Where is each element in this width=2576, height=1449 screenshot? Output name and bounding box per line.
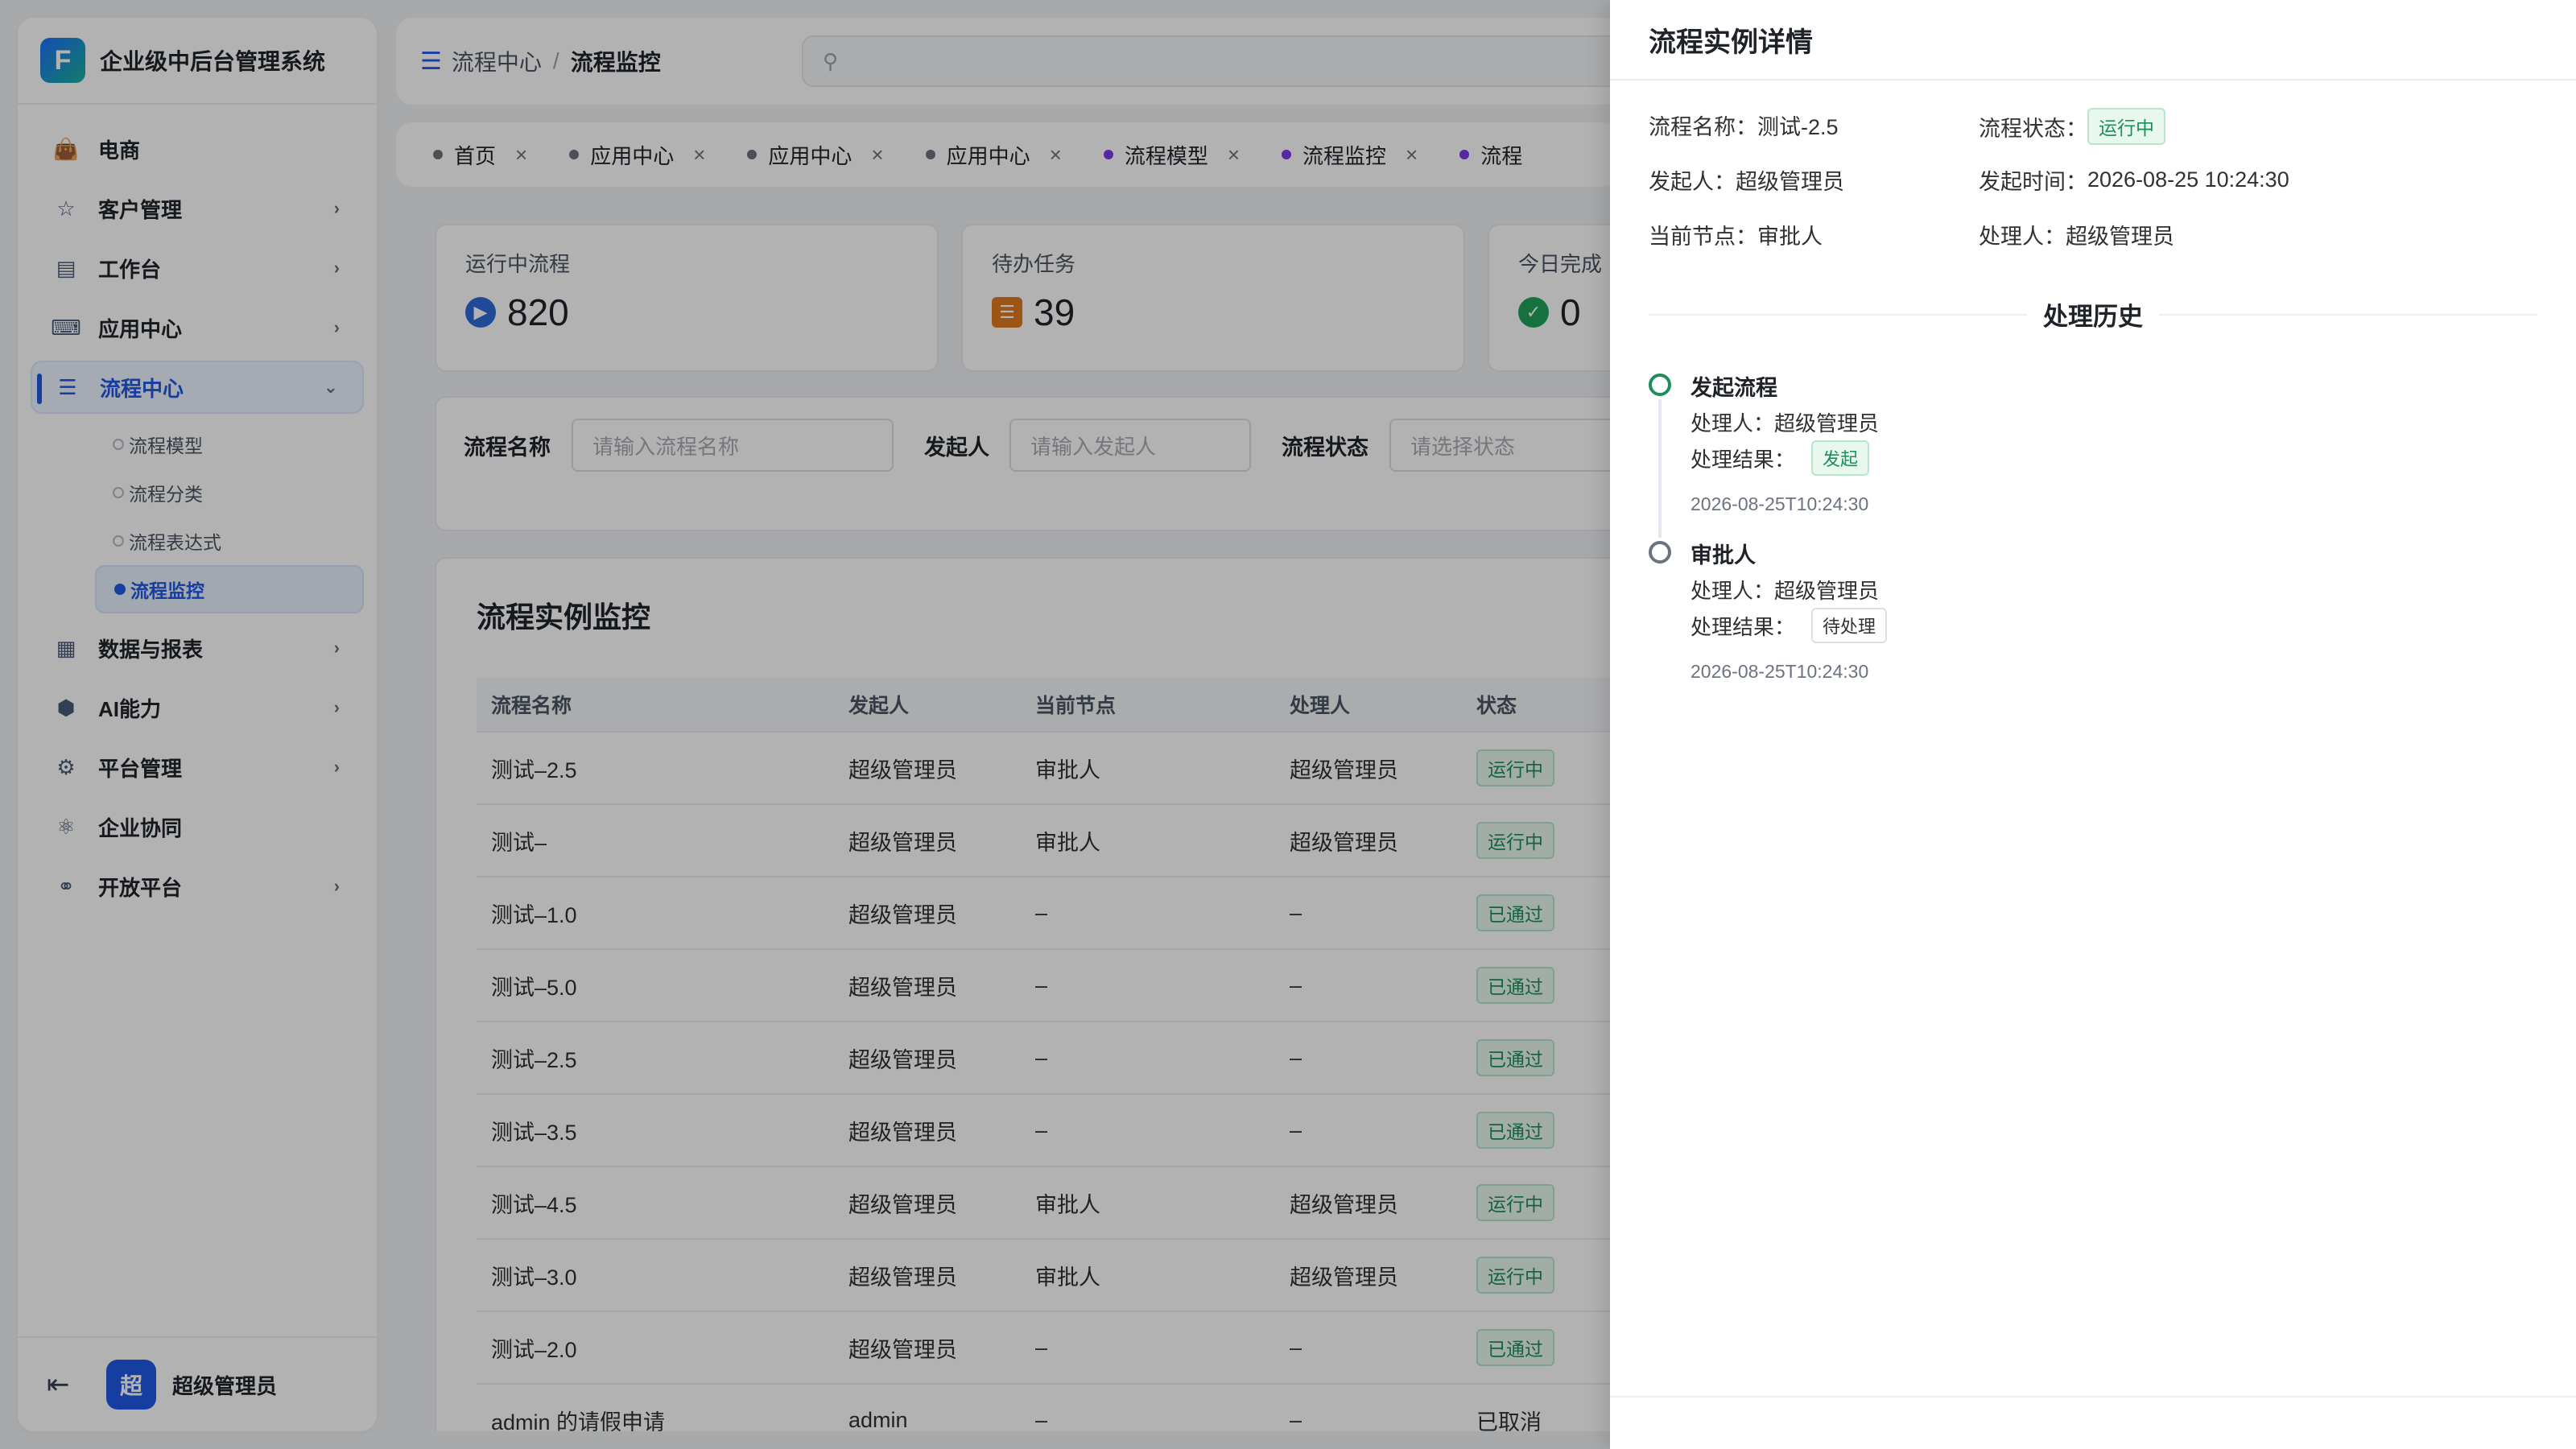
status-badge: 运行中 bbox=[2087, 108, 2165, 145]
info-current-node: 当前节点： 审批人 bbox=[1649, 219, 1823, 250]
result-badge: 待处理 bbox=[1811, 608, 1888, 643]
drawer-footer-divider bbox=[1610, 1396, 2576, 1397]
info-value: 审批人 bbox=[1757, 225, 1823, 249]
info-label: 发起时间： bbox=[1979, 170, 2087, 194]
timeline-dot bbox=[1649, 541, 1671, 564]
timeline-result: 处理结果： 发起 bbox=[1690, 440, 2534, 476]
timeline-handler: 处理人：超级管理员 bbox=[1690, 579, 1880, 603]
history-section-header: 处理历史 bbox=[1649, 296, 2537, 331]
timeline-result: 处理结果： 待处理 bbox=[1690, 608, 2534, 643]
info-flow-status: 流程状态： 运行中 bbox=[1979, 108, 2165, 145]
timeline-item: 发起流程 处理人：超级管理员 处理结果： 发起 2026-08-25T10:24… bbox=[1649, 370, 2534, 538]
result-label: 处理结果： bbox=[1690, 447, 1796, 472]
result-label: 处理结果： bbox=[1690, 614, 1796, 639]
info-value: 超级管理员 bbox=[1736, 170, 1844, 194]
drawer-title: 流程实例详情 bbox=[1649, 27, 1813, 58]
timeline-dot bbox=[1649, 374, 1671, 396]
timeline-time: 2026-08-25T10:24:30 bbox=[1690, 493, 1869, 514]
info-label: 流程状态： bbox=[1979, 116, 2087, 141]
timeline-connector bbox=[1658, 399, 1662, 538]
info-flow-name: 流程名称： 测试-2.5 bbox=[1649, 109, 1839, 141]
timeline-time: 2026-08-25T10:24:30 bbox=[1690, 661, 1869, 682]
drawer-header: 流程实例详情 bbox=[1610, 0, 2576, 80]
info-value: 测试-2.5 bbox=[1757, 115, 1839, 139]
info-label: 当前节点： bbox=[1649, 225, 1757, 249]
info-label: 发起人： bbox=[1649, 170, 1736, 194]
flow-detail-drawer: 流程实例详情 流程名称： 测试-2.5 流程状态： 运行中 发起人： 超级管理员… bbox=[1610, 0, 2576, 1449]
timeline-item: 审批人 处理人：超级管理员 处理结果： 待处理 2026-08-25T10:24… bbox=[1649, 538, 2534, 705]
info-start-time: 发起时间： 2026-08-25 10:24:30 bbox=[1979, 164, 2289, 196]
timeline-title: 审批人 bbox=[1690, 543, 1756, 568]
history-title: 处理历史 bbox=[2027, 303, 2159, 331]
timeline-title: 发起流程 bbox=[1690, 376, 1777, 400]
info-label: 处理人： bbox=[1979, 225, 2066, 249]
info-starter: 发起人： 超级管理员 bbox=[1649, 164, 1844, 196]
info-value: 超级管理员 bbox=[2066, 225, 2174, 249]
info-label: 流程名称： bbox=[1649, 115, 1757, 139]
app-root: F 企业级中后台管理系统 👜 电商 ☆ 客户管理 › ▤ 工作台 › ⌨ 应用中… bbox=[0, 0, 2576, 1449]
timeline-handler: 处理人：超级管理员 bbox=[1690, 411, 1880, 436]
history-timeline: 发起流程 处理人：超级管理员 处理结果： 发起 2026-08-25T10:24… bbox=[1649, 370, 2534, 705]
result-badge: 发起 bbox=[1811, 440, 1870, 476]
info-value: 2026-08-25 10:24:30 bbox=[2087, 167, 2289, 192]
info-handler: 处理人： 超级管理员 bbox=[1979, 219, 2174, 250]
